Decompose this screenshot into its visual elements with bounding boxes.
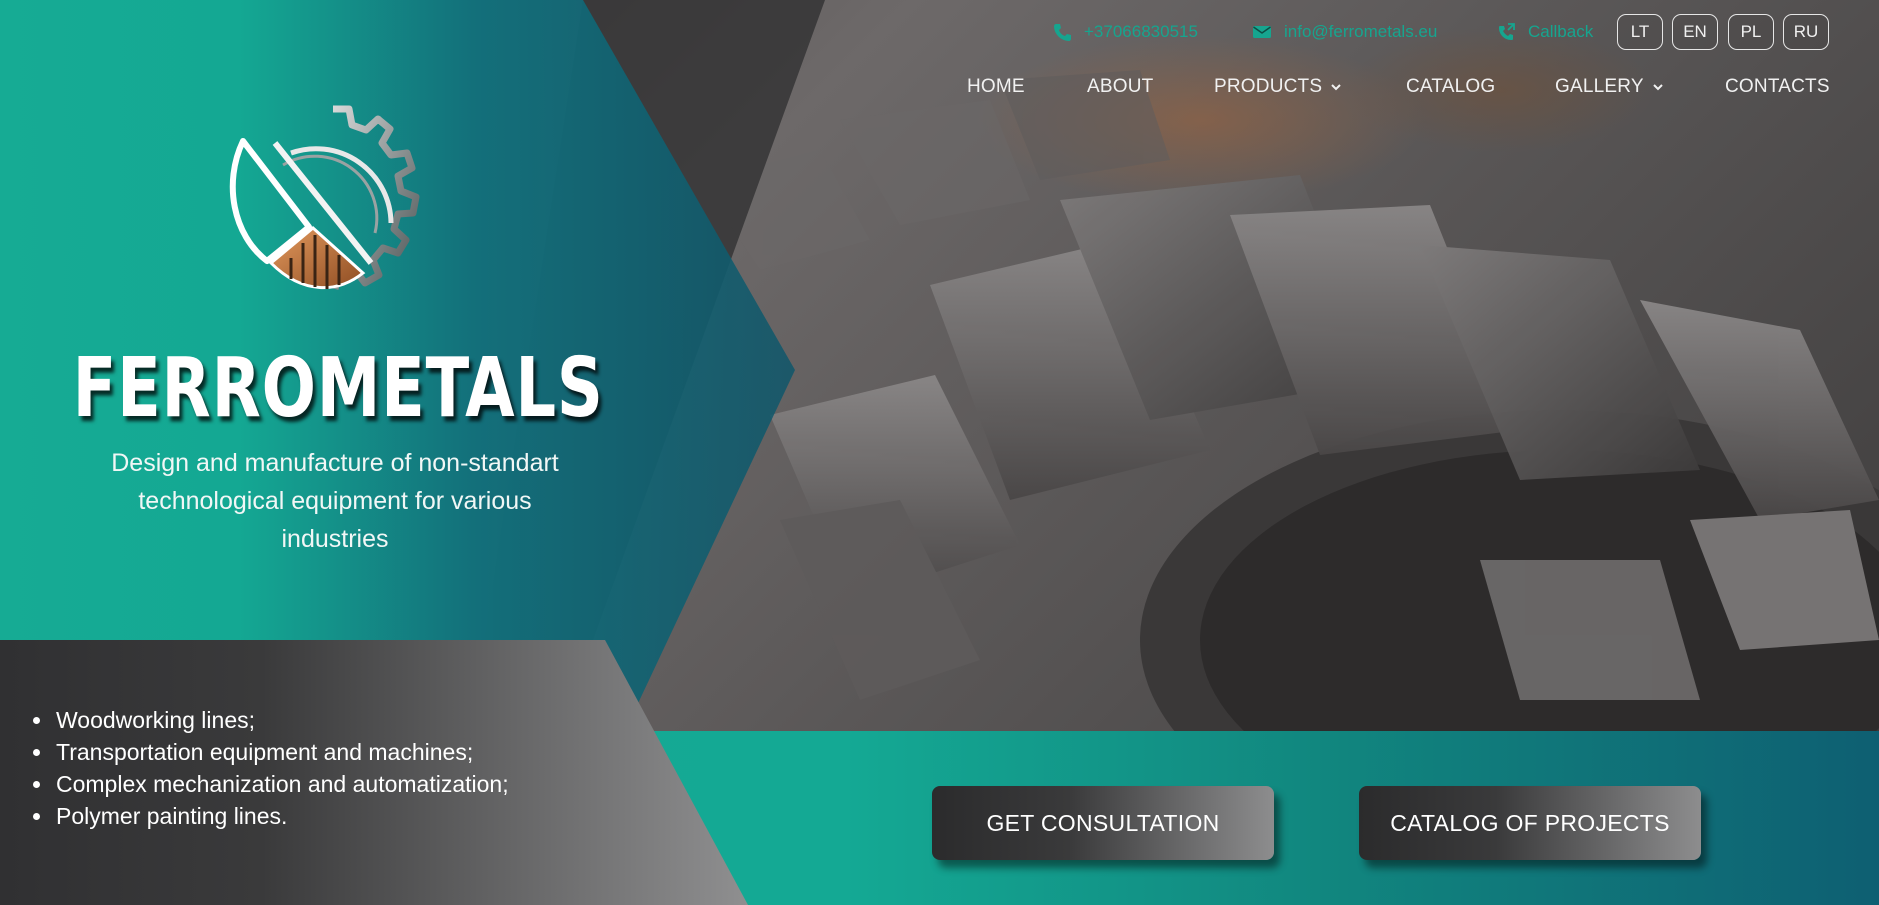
nav-gallery[interactable]: GALLERY — [1555, 76, 1664, 98]
get-consultation-button[interactable]: GET CONSULTATION — [932, 786, 1274, 860]
feature-item: Complex mechanization and automatization… — [54, 768, 509, 800]
brand-tagline: Design and manufacture of non-standart t… — [111, 449, 559, 553]
lang-en-button[interactable]: EN — [1672, 14, 1718, 50]
gear-logo-icon[interactable] — [205, 95, 445, 335]
chevron-down-icon — [1331, 84, 1341, 91]
lang-pl-button[interactable]: PL — [1728, 14, 1774, 50]
nav-contacts[interactable]: CONTACTS — [1725, 76, 1830, 98]
feature-item: Polymer painting lines. — [54, 800, 509, 832]
brand-name: FERROMETALS — [72, 341, 604, 436]
phone-link[interactable]: +37066830515 — [1052, 19, 1198, 45]
feature-item: Woodworking lines; — [54, 704, 509, 736]
nav-products[interactable]: PRODUCTS — [1214, 76, 1342, 98]
email-address: info@ferrometals.eu — [1284, 22, 1438, 41]
callback-link[interactable]: Callback — [1496, 19, 1593, 45]
lang-lt-button[interactable]: LT — [1617, 14, 1663, 50]
nav-catalog[interactable]: CATALOG — [1406, 76, 1495, 98]
nav-products-label: PRODUCTS — [1214, 76, 1323, 97]
phone-icon — [1054, 24, 1071, 41]
nav-contacts-label: CONTACTS — [1725, 76, 1830, 97]
phone-number: +37066830515 — [1084, 22, 1198, 41]
nav-about[interactable]: ABOUT — [1087, 76, 1153, 98]
features-list: Woodworking lines; Transportation equipm… — [28, 704, 509, 832]
catalog-of-projects-button[interactable]: CATALOG OF PROJECTS — [1359, 786, 1701, 860]
nav-catalog-label: CATALOG — [1406, 76, 1496, 97]
feature-item: Transportation equipment and machines; — [54, 736, 509, 768]
envelope-icon — [1253, 26, 1271, 38]
nav-gallery-label: GALLERY — [1555, 76, 1644, 97]
callback-phone-icon — [1499, 23, 1515, 40]
callback-label: Callback — [1528, 22, 1594, 41]
chevron-down-icon — [1653, 84, 1663, 91]
nav-about-label: ABOUT — [1087, 76, 1154, 97]
nav-home[interactable]: HOME — [967, 76, 1025, 98]
email-link[interactable]: info@ferrometals.eu — [1252, 19, 1437, 45]
lang-ru-button[interactable]: RU — [1783, 14, 1829, 50]
nav-home-label: HOME — [967, 76, 1025, 97]
